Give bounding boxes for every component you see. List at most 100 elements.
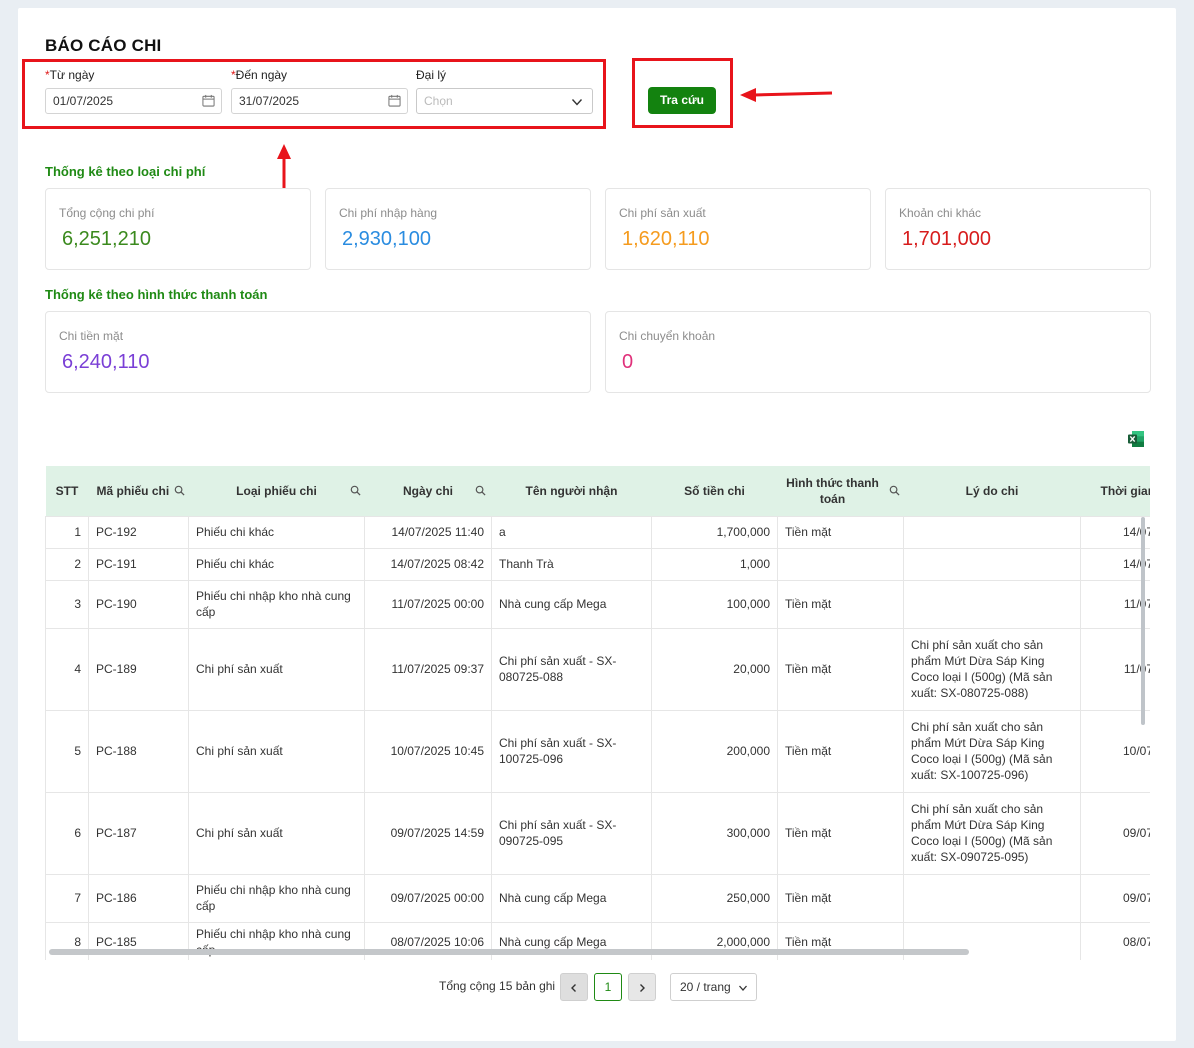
stat-cash: Chi tiền mặt 6,240,110 (45, 311, 591, 393)
cell-method: Tiền mặt (777, 515, 904, 549)
cell-method: Tiền mặt (777, 873, 904, 923)
cell-stt: 4 (45, 627, 89, 711)
cell-date: 09/07/2025 00:00 (364, 873, 492, 923)
table-row[interactable]: 5 PC-188 Chi phí sản xuất 10/07/2025 10:45 C… (45, 709, 1150, 793)
cell-stt: 2 (45, 547, 89, 581)
cell-code: PC-190 (88, 579, 189, 629)
cell-code: PC-187 (88, 791, 189, 875)
cell-date: 10/07/2025 10:45 (364, 709, 492, 793)
annotation-arrow-left (740, 88, 833, 102)
cell-code: PC-192 (88, 515, 189, 549)
cell-stt: 3 (45, 579, 89, 629)
expense-table: STT Mã phiếu chi Loại phiếu chi Ngày chi… (45, 466, 1150, 960)
col-code: Mã phiếu chi (89, 466, 189, 516)
vertical-scrollbar[interactable] (1140, 515, 1146, 959)
cell-stt: 7 (45, 873, 89, 923)
cell-reason (903, 515, 1081, 549)
stat-total-cost: Tổng cộng chi phí 6,251,210 (45, 188, 311, 270)
stat-other-cost: Khoản chi khác 1,701,000 (885, 188, 1151, 270)
page-size-select[interactable]: 20 / trang (670, 973, 757, 1001)
cell-amount: 200,000 (651, 709, 778, 793)
search-icon[interactable] (889, 485, 900, 496)
col-date: Ngày chi (365, 466, 492, 516)
cell-receiver: Nhà cung cấp Mega (491, 873, 652, 923)
cell-reason: Chi phí sản xuất cho sản phẩm Mứt Dừa Sá… (903, 709, 1081, 793)
stats-by-payment-title: Thống kê theo hình thức thanh toán (45, 287, 268, 302)
cell-date: 11/07/2025 09:37 (364, 627, 492, 711)
cell-amount: 300,000 (651, 791, 778, 875)
col-stt: STT (55, 483, 79, 498)
cell-receiver: Chi phí sản xuất - SX-080725-088 (491, 627, 652, 711)
cell-reason (903, 579, 1081, 629)
cell-code: PC-186 (88, 873, 189, 923)
col-time: Thời gian (1100, 483, 1151, 498)
cell-receiver: Chi phí sản xuất - SX-100725-096 (491, 709, 652, 793)
table-row[interactable]: 3 PC-190 Phiếu chi nhập kho nhà cung cấp 11… (45, 579, 1150, 629)
cell-reason (903, 547, 1081, 581)
excel-export-icon[interactable] (1127, 430, 1145, 448)
cell-type: Chi phí sản xuất (188, 627, 365, 711)
cell-stt: 1 (45, 515, 89, 549)
col-method: Hình thức thanh toán (778, 466, 904, 516)
cell-method: Tiền mặt (777, 709, 904, 793)
cell-type: Phiếu chi khác (188, 547, 365, 581)
cell-stt: 6 (45, 791, 89, 875)
page-title: BÁO CÁO CHI (45, 36, 162, 55)
cell-date: 14/07/2025 11:40 (364, 515, 492, 549)
cell-method: Tiền mặt (777, 579, 904, 629)
page-1-button[interactable]: 1 (594, 973, 622, 1001)
cell-amount: 100,000 (651, 579, 778, 629)
stat-transfer: Chi chuyển khoản 0 (605, 311, 1151, 393)
cell-amount: 1,700,000 (651, 515, 778, 549)
search-icon[interactable] (174, 485, 185, 496)
cell-stt: 5 (45, 709, 89, 793)
cell-date: 14/07/2025 08:42 (364, 547, 492, 581)
cell-method: Tiền mặt (777, 627, 904, 711)
cell-reason (903, 873, 1081, 923)
cell-receiver: a (491, 515, 652, 549)
cell-receiver: Chi phí sản xuất - SX-090725-095 (491, 791, 652, 875)
cell-date: 11/07/2025 00:00 (364, 579, 492, 629)
chevron-right-icon (640, 984, 645, 992)
col-reason: Lý do chi (965, 483, 1019, 498)
stats-by-type-title: Thống kê theo loại chi phí (45, 164, 206, 179)
cell-receiver: Thanh Trà (491, 547, 652, 581)
annotation-box-search (632, 58, 733, 128)
cell-amount: 20,000 (651, 627, 778, 711)
pagination-total: Tổng cộng 15 bản ghi (439, 979, 556, 993)
search-icon[interactable] (475, 485, 486, 496)
cell-type: Phiếu chi nhập kho nhà cung cấp (188, 873, 365, 923)
col-amount: Số tiền chi (684, 483, 745, 498)
cell-reason: Chi phí sản xuất cho sản phẩm Mứt Dừa Sá… (903, 791, 1081, 875)
cell-type: Chi phí sản xuất (188, 791, 365, 875)
chevron-left-icon (571, 984, 576, 992)
cell-code: PC-188 (88, 709, 189, 793)
cell-method: Tiền mặt (777, 791, 904, 875)
cell-type: Phiếu chi nhập kho nhà cung cấp (188, 579, 365, 629)
search-icon[interactable] (350, 485, 361, 496)
table-row[interactable]: 6 PC-187 Chi phí sản xuất 09/07/2025 14:59 C… (45, 791, 1150, 875)
chevron-down-icon (739, 985, 747, 991)
stat-production-cost: Chi phí sản xuất 1,620,110 (605, 188, 871, 270)
cell-date: 09/07/2025 14:59 (364, 791, 492, 875)
col-type: Loại phiếu chi (189, 466, 365, 516)
table-row[interactable]: 1 PC-192 Phiếu chi khác 14/07/2025 11:40 a 1,… (45, 515, 1150, 549)
stat-import-cost: Chi phí nhập hàng 2,930,100 (325, 188, 591, 270)
table-row[interactable]: 7 PC-186 Phiếu chi nhập kho nhà cung cấp 09… (45, 873, 1150, 923)
horizontal-scrollbar[interactable] (49, 949, 969, 955)
col-receiver: Tên người nhận (525, 483, 618, 498)
cell-amount: 250,000 (651, 873, 778, 923)
cell-type: Chi phí sản xuất (188, 709, 365, 793)
table-row[interactable]: 2 PC-191 Phiếu chi khác 14/07/2025 08:42 Tha… (45, 547, 1150, 581)
next-page-button[interactable] (628, 973, 656, 1001)
annotation-box-filters (22, 59, 606, 129)
prev-page-button[interactable] (560, 973, 588, 1001)
table-header-row: STT Mã phiếu chi Loại phiếu chi Ngày chi… (45, 466, 1151, 516)
cell-receiver: Nhà cung cấp Mega (491, 579, 652, 629)
cell-method (777, 547, 904, 581)
cell-code: PC-191 (88, 547, 189, 581)
table-row[interactable]: 4 PC-189 Chi phí sản xuất 11/07/2025 09:37 C… (45, 627, 1150, 711)
cell-code: PC-189 (88, 627, 189, 711)
cell-reason: Chi phí sản xuất cho sản phẩm Mứt Dừa Sá… (903, 627, 1081, 711)
cell-type: Phiếu chi khác (188, 515, 365, 549)
